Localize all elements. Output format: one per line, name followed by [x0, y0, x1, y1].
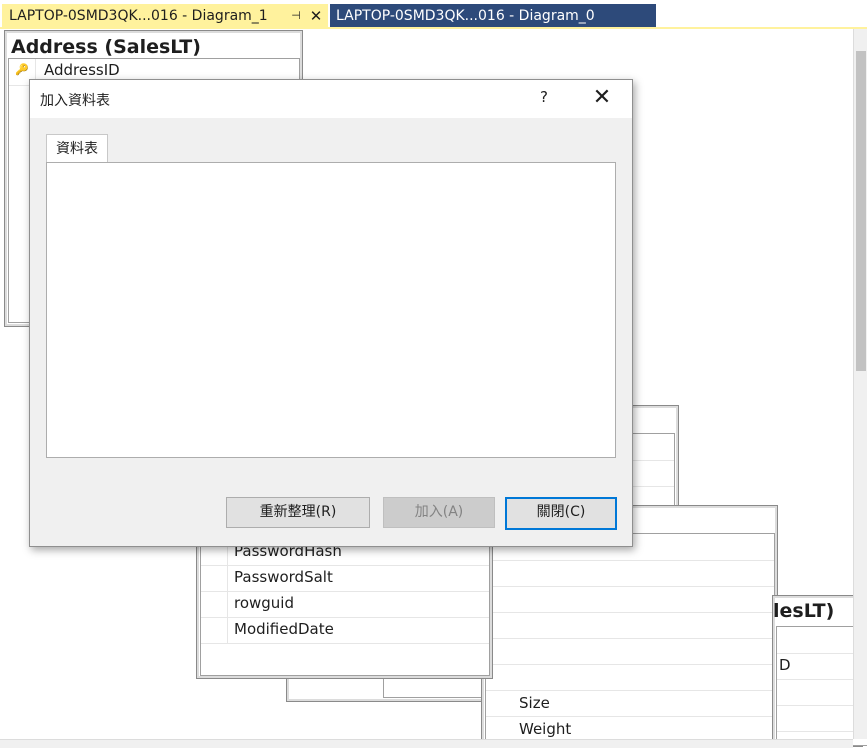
vertical-scrollbar[interactable] [853, 29, 867, 739]
tab-tables[interactable]: 資料表 [46, 134, 108, 163]
dialog-title: 加入資料表 [40, 93, 110, 109]
row-selector [201, 617, 228, 643]
document-tab-bar: LAPTOP-0SMD3QK...016 - Diagram_1 ⊣ ✕ LAP… [0, 0, 867, 29]
tab-diagram-1-label: LAPTOP-0SMD3QK...016 - Diagram_1 [9, 8, 268, 24]
right-table-title: lesLT) [773, 600, 835, 622]
dialog-titlebar[interactable]: 加入資料表 ? ✕ [30, 80, 632, 118]
table-row[interactable]: PasswordSalt [201, 565, 489, 592]
tab-diagram-1[interactable]: LAPTOP-0SMD3QK...016 - Diagram_1 ⊣ ✕ [2, 4, 328, 28]
address-table-title: Address (SalesLT) [11, 36, 201, 58]
add-table-dialog: 加入資料表 ? ✕ 資料表 重新整理(R) 加入(A) 關閉(C) [29, 79, 633, 547]
column-name: AddressID [44, 61, 120, 79]
table-row[interactable]: Size [486, 690, 774, 717]
tab-underline [0, 27, 867, 29]
column-name: D [779, 656, 791, 674]
close-icon[interactable]: ✕ [590, 84, 614, 112]
refresh-button[interactable]: 重新整理(R) [226, 497, 370, 528]
column-name: ModifiedDate [234, 620, 334, 638]
column-name: Weight [519, 720, 572, 738]
table-row[interactable] [486, 638, 774, 665]
row-selector [201, 565, 228, 591]
table-row[interactable] [486, 586, 774, 613]
tables-list[interactable] [46, 162, 616, 458]
column-name: rowguid [234, 594, 294, 612]
close-tab-icon[interactable]: ✕ [308, 4, 324, 28]
table-right-edge[interactable]: lesLT) D [772, 595, 867, 747]
help-icon[interactable]: ? [536, 88, 552, 106]
column-name: PasswordSalt [234, 568, 333, 586]
table-row[interactable] [486, 560, 774, 587]
primary-key-icon: 🔑 [15, 63, 29, 76]
table-row[interactable]: rowguid [201, 591, 489, 618]
column-name: Size [519, 694, 550, 712]
pin-icon[interactable]: ⊣ [289, 4, 303, 28]
table-row[interactable] [486, 612, 774, 639]
close-button[interactable]: 關閉(C) [505, 497, 617, 530]
table-row[interactable]: ModifiedDate [201, 617, 489, 644]
table-row[interactable] [486, 664, 774, 691]
add-button[interactable]: 加入(A) [383, 497, 495, 528]
vertical-scroll-thumb[interactable] [856, 51, 866, 371]
tab-diagram-0[interactable]: LAPTOP-0SMD3QK...016 - Diagram_0 [330, 4, 656, 28]
tab-diagram-0-label: LAPTOP-0SMD3QK...016 - Diagram_0 [336, 8, 595, 24]
product-columns-grid: Size Weight [485, 533, 775, 745]
row-selector [201, 591, 228, 617]
